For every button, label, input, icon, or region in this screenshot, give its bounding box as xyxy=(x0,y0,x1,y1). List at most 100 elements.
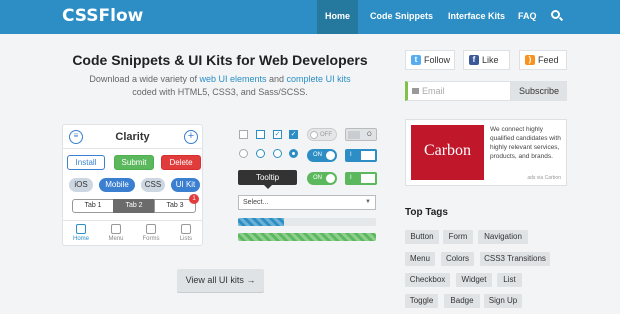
tag-navigation[interactable]: Navigation xyxy=(478,230,528,244)
tag-colors[interactable]: Colors xyxy=(441,252,474,266)
email-placeholder: Email xyxy=(422,86,445,96)
ios-pill: iOS xyxy=(69,178,93,192)
select-dropdown: Select... ▼ xyxy=(238,195,376,210)
rss-icon: ) xyxy=(525,55,535,65)
tabbar-menu: Menu xyxy=(102,224,130,242)
email-field[interactable]: Email xyxy=(405,81,511,101)
tag-sign-up[interactable]: Sign Up xyxy=(484,294,522,308)
ui-kit-pill: UI Kit xyxy=(171,178,200,192)
square-toggle-on-blue: I xyxy=(345,149,377,162)
nav-faq[interactable]: FAQ xyxy=(518,11,537,21)
top-nav-bar: CSSFlow Home Code Snippets Interface Kit… xyxy=(0,0,620,34)
subscribe-button[interactable]: Subscribe xyxy=(511,81,567,101)
tag-list-item[interactable]: List xyxy=(497,273,522,287)
progress-bar-green xyxy=(238,233,376,241)
view-all-ui-kits-button[interactable]: View all UI kits → xyxy=(177,269,264,292)
css-pill: CSS xyxy=(141,178,165,192)
clarity-kit-preview[interactable]: ≡ Clarity + Install Submit Delete iOS Mo… xyxy=(62,124,203,246)
tabbar-lists-label: Lists xyxy=(179,236,193,242)
feed-label: Feed xyxy=(538,55,559,65)
complete-ui-kits-link[interactable]: complete UI kits xyxy=(287,74,351,84)
tag-css3-transitions[interactable]: CSS3 Transitions xyxy=(480,252,550,266)
tag-button[interactable]: Button xyxy=(405,230,439,244)
hero-sub-line2: coded with HTML5, CSS3, and Sass/SCSS. xyxy=(132,87,308,97)
square-toggle-on-label: I xyxy=(350,175,352,181)
phone-header: ≡ Clarity + xyxy=(63,125,202,149)
carbon-ad-image[interactable]: Carbon xyxy=(411,125,484,180)
submit-button: Submit xyxy=(114,155,154,170)
arrow-right-icon: → xyxy=(246,275,256,285)
delete-button: Delete xyxy=(161,155,201,170)
tabbar-forms: Forms xyxy=(137,224,165,242)
toggle-knob xyxy=(310,131,318,139)
tooltip-demo: Tooltip xyxy=(238,170,297,189)
progress-fill-green xyxy=(238,233,376,241)
carbon-ad-text[interactable]: We connect highly qualified candidates w… xyxy=(490,125,564,161)
toggle-off-label: OFF xyxy=(320,132,332,138)
top-tags-heading: Top Tags xyxy=(405,207,448,218)
checkbox-unchecked-1 xyxy=(239,130,248,139)
tag-badge[interactable]: Badge xyxy=(444,294,480,308)
twitter-follow-button[interactable]: t Follow xyxy=(405,50,455,70)
checkbox-checked-2: ✓ xyxy=(289,130,298,139)
carbon-ad[interactable]: Carbon We connect highly qualified candi… xyxy=(405,119,567,186)
nav-home[interactable]: Home xyxy=(317,0,359,34)
square-toggle-on-green: I xyxy=(345,172,377,185)
square-toggle-off: O xyxy=(345,128,377,141)
progress-bar-blue xyxy=(238,218,376,226)
rss-feed-button[interactable]: ) Feed xyxy=(519,50,567,70)
tag-form[interactable]: Form xyxy=(443,230,473,244)
toggle-knob xyxy=(326,151,335,160)
tag-widget[interactable]: Widget xyxy=(456,273,492,287)
toggle-on-blue: ON xyxy=(307,149,337,162)
lists-icon xyxy=(181,224,191,234)
tabbar-menu-label: Menu xyxy=(108,236,124,242)
square-toggle-on-label: I xyxy=(350,152,352,158)
nav-code-snippets[interactable]: Code Snippets xyxy=(370,11,433,21)
phone-tab-bar: Home Menu Forms Lists xyxy=(63,220,202,247)
hero-subtitle: Download a wide variety of web UI elemen… xyxy=(80,73,360,99)
like-label: Like xyxy=(482,55,499,65)
chevron-down-icon: ▼ xyxy=(365,199,371,205)
nav-interface-kits[interactable]: Interface Kits xyxy=(448,11,505,21)
progress-fill-blue xyxy=(238,218,284,226)
view-all-label: View all UI kits xyxy=(185,275,244,285)
tabbar-lists: Lists xyxy=(172,224,200,242)
site-logo[interactable]: CSSFlow xyxy=(62,6,143,26)
follow-label: Follow xyxy=(424,55,451,65)
radio-2 xyxy=(256,149,265,158)
toggle-on-label: ON xyxy=(313,175,322,181)
install-button: Install xyxy=(67,155,105,170)
square-toggle-knob xyxy=(361,151,375,160)
mobile-pill: Mobile xyxy=(99,178,135,192)
menu-list-icon xyxy=(111,224,121,234)
hero-title: Code Snippets & UI Kits for Web Develope… xyxy=(72,52,368,68)
toggle-off: OFF xyxy=(307,128,337,141)
carbon-ad-via[interactable]: ads via Carbon xyxy=(527,175,561,181)
twitter-icon: t xyxy=(411,55,421,65)
tag-checkbox[interactable]: Checkbox xyxy=(405,273,450,287)
add-icon: + xyxy=(184,130,198,144)
radio-1 xyxy=(239,149,248,158)
envelope-icon xyxy=(412,88,419,94)
hero-sub-and: and xyxy=(266,74,287,84)
radio-4 xyxy=(289,149,298,158)
home-icon xyxy=(76,224,86,234)
square-toggle-knob xyxy=(348,131,360,139)
web-ui-elements-link[interactable]: web UI elements xyxy=(199,74,266,84)
toggle-on-green: ON xyxy=(307,172,337,185)
radio-3 xyxy=(273,149,282,158)
tag-toggle[interactable]: Toggle xyxy=(405,294,438,308)
phone-title: Clarity xyxy=(115,131,150,143)
notification-badge: 1 xyxy=(189,194,199,204)
segment-tab-1: Tab 1 xyxy=(72,199,114,213)
hero-sub-text: Download a wide variety of xyxy=(89,74,200,84)
toggle-on-label: ON xyxy=(313,152,322,158)
forms-icon xyxy=(146,224,156,234)
search-icon[interactable] xyxy=(551,10,560,19)
facebook-like-button[interactable]: f Like xyxy=(463,50,510,70)
toggle-knob xyxy=(326,174,335,183)
tabbar-forms-label: Forms xyxy=(142,236,160,242)
facebook-icon: f xyxy=(469,55,479,65)
tag-menu[interactable]: Menu xyxy=(405,252,435,266)
